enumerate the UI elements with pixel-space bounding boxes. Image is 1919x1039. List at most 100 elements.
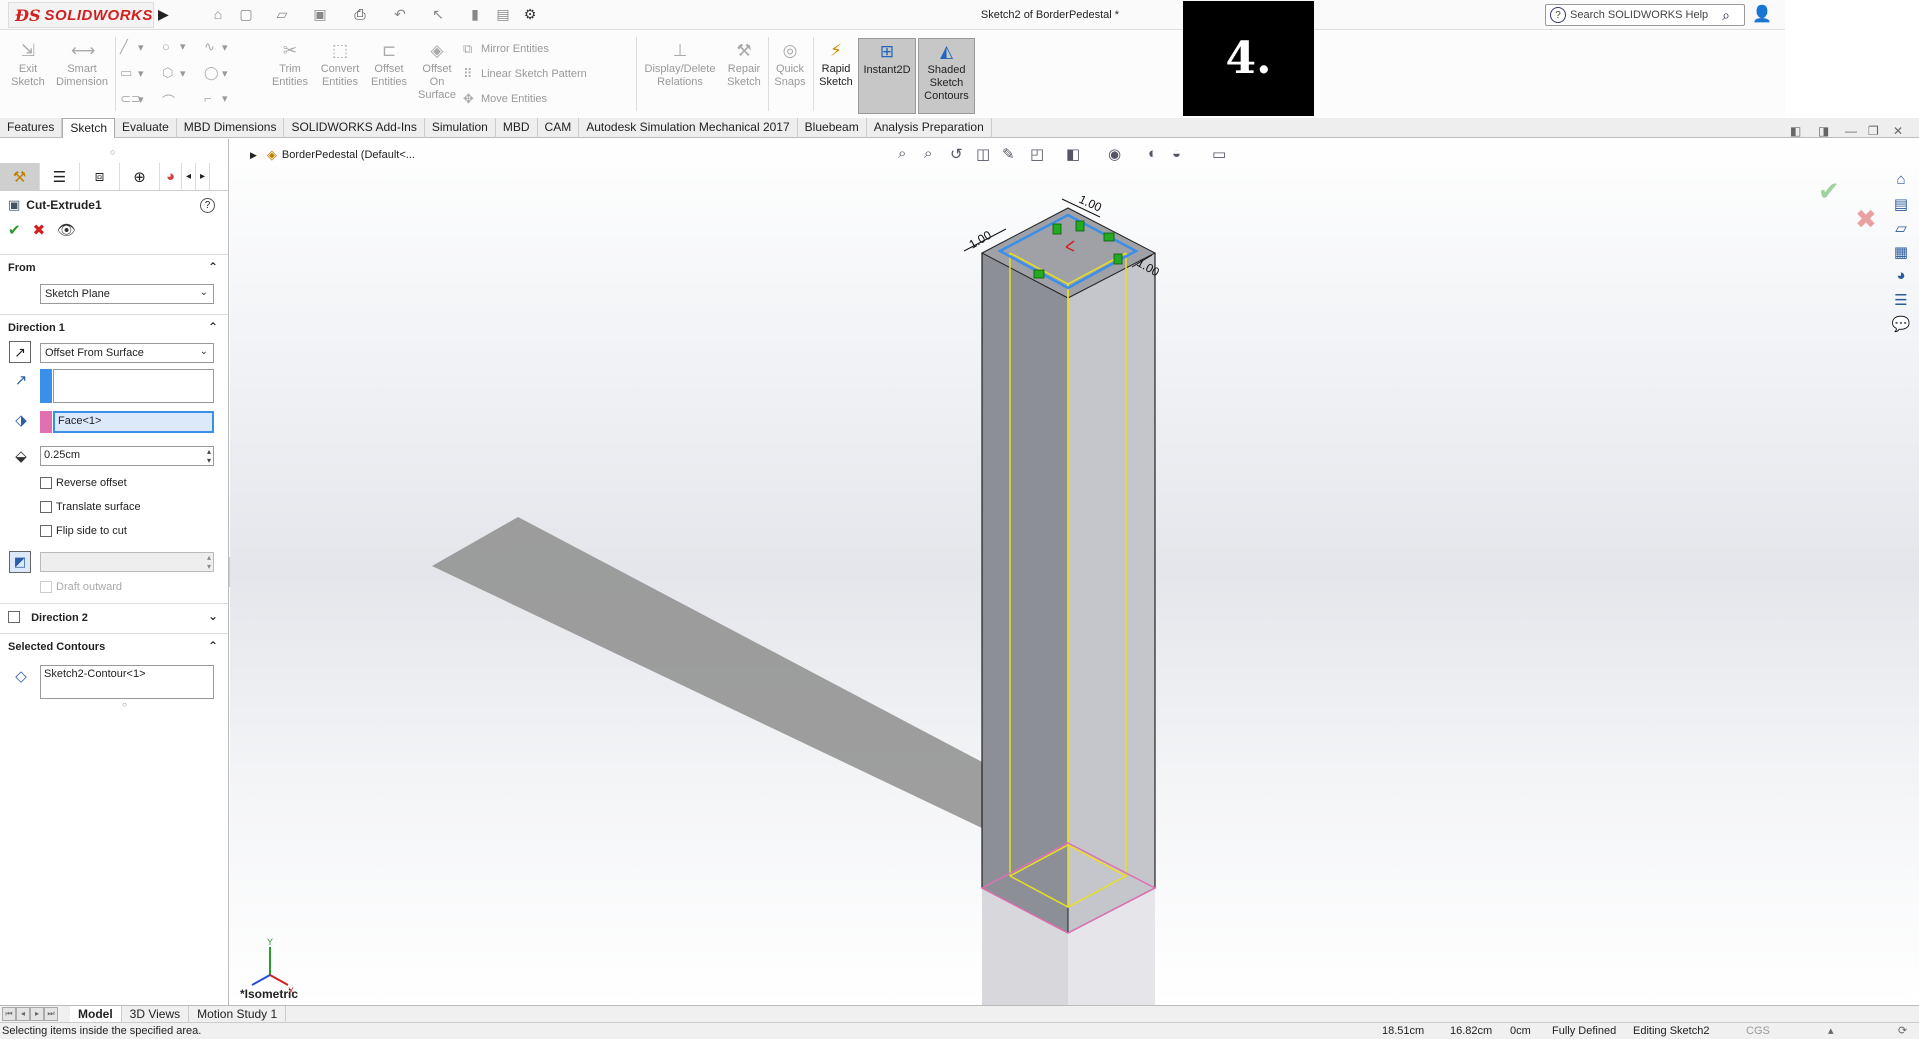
search-icon[interactable]: ⌕ — [1722, 7, 1730, 24]
tab-bluebeam[interactable]: Bluebeam — [798, 118, 867, 138]
ellipse-tool-icon[interactable]: ◯ ▾ — [204, 65, 228, 81]
from-select[interactable]: Sketch Plane ⌄ — [40, 284, 214, 304]
tab-features[interactable]: Features — [0, 118, 63, 138]
appearances-icon[interactable]: ◕ — [1890, 267, 1912, 289]
apply-scene-icon[interactable]: ◒ — [1172, 145, 1181, 162]
tab-analysis-preparation[interactable]: Analysis Preparation — [867, 118, 992, 138]
file-explorer-icon[interactable]: ▱ — [1890, 219, 1912, 241]
view-palette-icon[interactable]: ▦ — [1890, 243, 1912, 265]
direction1-section[interactable]: Direction 1 ⌃ — [0, 314, 228, 341]
display-manager-tab[interactable]: ◕ — [160, 163, 182, 190]
spinner-icon[interactable]: ▴ ▾ — [207, 447, 211, 465]
new-document-icon[interactable]: ▢ — [236, 6, 256, 24]
tab-autodesk-simulation-mechanical-2017[interactable]: Autodesk Simulation Mechanical 2017 — [579, 118, 798, 138]
face-selection-field[interactable]: Face<1> — [53, 411, 214, 433]
flip-side-checkbox[interactable]: Flip side to cut — [40, 525, 127, 537]
search-input[interactable]: ? Search SOLIDWORKS Help ⌕ — [1545, 4, 1745, 26]
restore-icon[interactable]: ❐ — [1868, 124, 1879, 138]
reverse-offset-checkbox[interactable]: Reverse offset — [40, 477, 127, 489]
design-library-icon[interactable]: ▤ — [1890, 195, 1912, 217]
dynamic-annotation-icon[interactable]: ✎ — [1002, 145, 1015, 163]
bottom-tab-3d-views[interactable]: 3D Views — [122, 1006, 190, 1022]
units-arrow-icon[interactable]: ▴ — [1828, 1023, 1834, 1039]
slot-tool-icon[interactable]: ⊂⊃ ▾ — [120, 91, 144, 107]
home-icon[interactable]: ⌂ — [208, 6, 228, 24]
zoom-area-icon[interactable]: ⌕ — [924, 145, 932, 162]
mirror-entities-button[interactable]: ⧉ Mirror Entities — [463, 41, 549, 57]
dimension-top[interactable]: 1.00 — [1077, 192, 1104, 215]
rebuild-icon[interactable]: ▮ — [465, 6, 485, 24]
minimize-icon[interactable]: — — [1845, 124, 1857, 138]
contour-item[interactable]: Sketch2-Contour<1> — [44, 668, 146, 680]
direction2-section[interactable]: Direction 2 ⌄ — [0, 603, 228, 631]
ok-check-icon[interactable]: ✔ — [8, 221, 21, 239]
property-manager-tab[interactable]: ☰ — [40, 163, 80, 190]
tab-evaluate[interactable]: Evaluate — [115, 118, 177, 138]
forum-icon[interactable]: 💬 — [1890, 315, 1912, 337]
undo-icon[interactable]: ↶ — [390, 6, 410, 24]
repair-sketch-button[interactable]: ⚒ Repair Sketch — [724, 41, 764, 89]
trim-entities-button[interactable]: ✂ Trim Entities — [270, 41, 310, 89]
previous-view-icon[interactable]: ↺ — [950, 145, 963, 163]
cancel-x-icon[interactable]: ✖ — [33, 221, 46, 239]
panel-grip-icon[interactable]: ○ — [110, 147, 115, 157]
confirm-cancel-icon[interactable]: ✖ — [1855, 204, 1877, 234]
shaded-contours-button[interactable]: ◭ Shaded Sketch Contours — [918, 38, 975, 114]
preview-eye-icon[interactable]: 👁 — [57, 221, 76, 239]
collapse-chevron-icon[interactable]: ⌃ — [208, 320, 218, 334]
tab-mbd-dimensions[interactable]: MBD Dimensions — [177, 118, 285, 138]
offset-distance-input[interactable]: 0.25cm ▴ ▾ — [40, 446, 214, 466]
configuration-manager-tab[interactable]: ⧈ — [80, 163, 120, 190]
help-button[interactable]: ? — [200, 198, 215, 213]
hide-show-items-icon[interactable]: ◉ — [1108, 145, 1121, 163]
view-settings-icon[interactable]: ▭ — [1212, 145, 1226, 163]
draft-toggle-icon[interactable]: ◩ — [9, 551, 31, 573]
last-tab-icon[interactable]: ⏭ — [44, 1007, 58, 1021]
dimension-left[interactable]: 1.00 — [967, 228, 995, 252]
tab-scroll-left[interactable]: ◂ — [182, 163, 196, 190]
collapse-chevron-icon[interactable]: ⌃ — [208, 639, 218, 653]
line-tool-icon[interactable]: ╱ ▾ — [120, 39, 144, 55]
instant2d-button[interactable]: ⊞ Instant2D — [858, 38, 916, 114]
list-resize-handle[interactable]: ○ — [122, 700, 127, 709]
tab-simulation[interactable]: Simulation — [425, 118, 496, 138]
display-style-icon[interactable]: ◧ — [1066, 145, 1080, 163]
rectangle-tool-icon[interactable]: ▭ ▾ — [120, 65, 144, 81]
section-view-icon[interactable]: ◫ — [976, 145, 990, 163]
bottom-tab-motion-study-1[interactable]: Motion Study 1 — [189, 1006, 287, 1022]
selected-contours-section[interactable]: Selected Contours ⌃ — [0, 633, 228, 660]
smart-dimension-button[interactable]: ⟷ Smart Dimension — [52, 41, 112, 89]
tile-right-icon[interactable]: ◨ — [1818, 124, 1829, 138]
units-selector[interactable]: CGS — [1746, 1023, 1770, 1039]
spinner-icon[interactable]: ▴ ▾ — [207, 553, 211, 571]
convert-entities-button[interactable]: ⬚ Convert Entities — [318, 41, 362, 89]
selected-contours-list[interactable]: Sketch2-Contour<1> — [40, 665, 214, 699]
file-properties-icon[interactable]: ▤ — [493, 6, 513, 24]
feature-tree-root[interactable]: ▶ ◈ BorderPedestal (Default<... — [250, 147, 415, 163]
from-section[interactable]: From ⌃ — [0, 254, 228, 281]
solidworks-resources-icon[interactable]: ⌂ — [1890, 171, 1912, 193]
display-delete-relations-button[interactable]: ⊥ Display/Delete Relations — [640, 41, 720, 89]
spline-tool-icon[interactable]: ∿ ▾ — [204, 39, 228, 55]
tab-solidworks-add-ins[interactable]: SOLIDWORKS Add-Ins — [284, 118, 425, 138]
menu-expand-icon[interactable]: ▶ — [158, 6, 172, 24]
save-icon[interactable]: ▣ — [310, 6, 330, 24]
prev-tab-icon[interactable]: ◂ — [16, 1007, 30, 1021]
circle-tool-icon[interactable]: ○ ▾ — [162, 39, 186, 54]
draft-angle-input[interactable]: ▴ ▾ — [40, 552, 214, 572]
collapse-chevron-icon[interactable]: ⌃ — [208, 260, 218, 274]
linear-pattern-button[interactable]: ⠿ Linear Sketch Pattern — [463, 66, 587, 82]
select-icon[interactable]: ↖ — [428, 6, 448, 24]
tab-scroll-right[interactable]: ▸ — [196, 163, 210, 190]
print-icon[interactable]: ⎙ — [350, 6, 370, 24]
tab-cam[interactable]: CAM — [538, 118, 580, 138]
dimxpert-manager-tab[interactable]: ⊕ — [120, 163, 160, 190]
close-icon[interactable]: ✕ — [1893, 124, 1903, 138]
open-icon[interactable]: ▱ — [272, 6, 292, 24]
edit-appearance-icon[interactable]: ◐ — [1148, 145, 1157, 162]
expand-arrow-icon[interactable]: ▶ — [250, 150, 257, 161]
point-tool-icon[interactable]: ⌐ ▾ — [204, 91, 228, 106]
rebuild-status-icon[interactable]: ⟳ — [1898, 1023, 1907, 1039]
graphics-area[interactable]: 1.00 1.00 1.00 Y X ✔ ✖ — [230, 139, 1919, 1005]
rapid-sketch-button[interactable]: ⚡ Rapid Sketch — [816, 41, 856, 89]
